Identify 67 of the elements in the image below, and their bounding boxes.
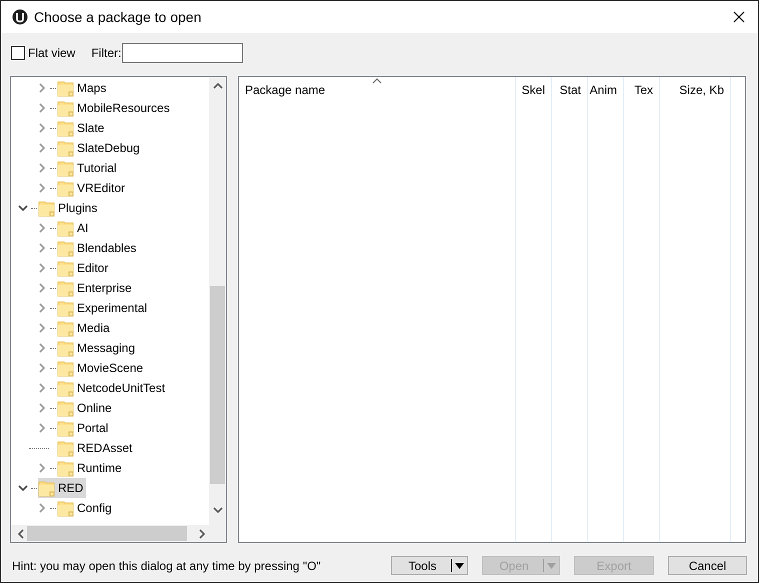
filter-field[interactable] (122, 43, 244, 63)
folder-icon (57, 400, 74, 416)
tree-item[interactable]: Tutorial (57, 158, 120, 178)
hint-text: Hint: you may open this dialog at any time by pressing "O" (12, 558, 322, 572)
tree-item[interactable]: SlateDebug (57, 138, 143, 158)
scroll-right-icon[interactable] (198, 528, 206, 538)
tree-item[interactable]: VREditor (57, 178, 128, 198)
folder-icon (57, 260, 74, 276)
folder-icon (57, 220, 74, 236)
dialog-button[interactable]: Cancel (668, 556, 747, 575)
folder-icon (57, 160, 74, 176)
tree-item[interactable]: Maps (57, 78, 110, 98)
tree-item[interactable]: Runtime (57, 458, 125, 478)
tree-item[interactable]: Media (57, 318, 113, 338)
tree-item[interactable]: Editor (57, 258, 112, 278)
horizontal-scrollbar[interactable] (11, 525, 209, 542)
tree-item[interactable]: Online (57, 398, 115, 418)
folder-icon (57, 340, 74, 356)
tree-item[interactable]: MobileResources (57, 98, 173, 118)
folder-icon (57, 440, 74, 456)
window-title: Choose a package to open (34, 9, 202, 25)
filter-label: Filter: (91, 46, 122, 60)
column-header[interactable]: Size, Kb (679, 83, 724, 97)
scroll-down-icon[interactable] (212, 506, 222, 514)
folder-icon (38, 480, 55, 496)
tree-item[interactable]: Enterprise (57, 278, 135, 298)
tree-item[interactable]: Blendables (57, 238, 140, 258)
tree-item[interactable]: RED (38, 478, 86, 498)
folder-icon (57, 100, 74, 116)
column-header[interactable]: Anim (590, 83, 617, 97)
folder-icon (57, 240, 74, 256)
folder-icon (38, 200, 55, 216)
dialog-button[interactable]: Tools (391, 556, 468, 575)
close-icon[interactable] (733, 11, 745, 23)
folder-icon (57, 420, 74, 436)
vertical-scrollbar[interactable] (209, 77, 226, 525)
folder-icon (57, 120, 74, 136)
tree-item[interactable]: NetcodeUnitTest (57, 378, 168, 398)
app-logo-icon (12, 9, 28, 25)
folder-icon (57, 280, 74, 296)
folder-icon (57, 460, 74, 476)
tree-item[interactable]: Slate (57, 118, 108, 138)
tree-item[interactable]: Experimental (57, 298, 150, 318)
scroll-up-icon[interactable] (212, 82, 222, 90)
flat-view-checkbox[interactable] (11, 46, 25, 60)
column-header[interactable]: Package name (245, 83, 326, 97)
tree-item[interactable]: MovieScene (57, 358, 146, 378)
column-header[interactable]: Tex (634, 83, 653, 97)
folder-icon (57, 180, 74, 196)
tree-item[interactable]: REDAsset (57, 438, 136, 458)
tree-item[interactable]: Messaging (57, 338, 138, 358)
folder-icon (57, 300, 74, 316)
checkbox-label: Flat view (28, 46, 76, 60)
dropdown-arrow-icon[interactable] (455, 562, 464, 568)
folder-icon (57, 140, 74, 156)
folder-icon (57, 360, 74, 376)
folder-icon (57, 500, 74, 516)
tree-item[interactable]: Portal (57, 418, 112, 438)
tree-item[interactable]: Plugins (38, 198, 100, 218)
scroll-left-icon[interactable] (17, 528, 25, 538)
tree-item[interactable]: Config (57, 498, 115, 518)
column-header[interactable]: Stat (560, 83, 581, 97)
tree-item[interactable]: AI (57, 218, 92, 238)
folder-icon (57, 80, 74, 96)
folder-icon (57, 320, 74, 336)
column-header[interactable]: Skel (522, 83, 545, 97)
folder-icon (57, 380, 74, 396)
